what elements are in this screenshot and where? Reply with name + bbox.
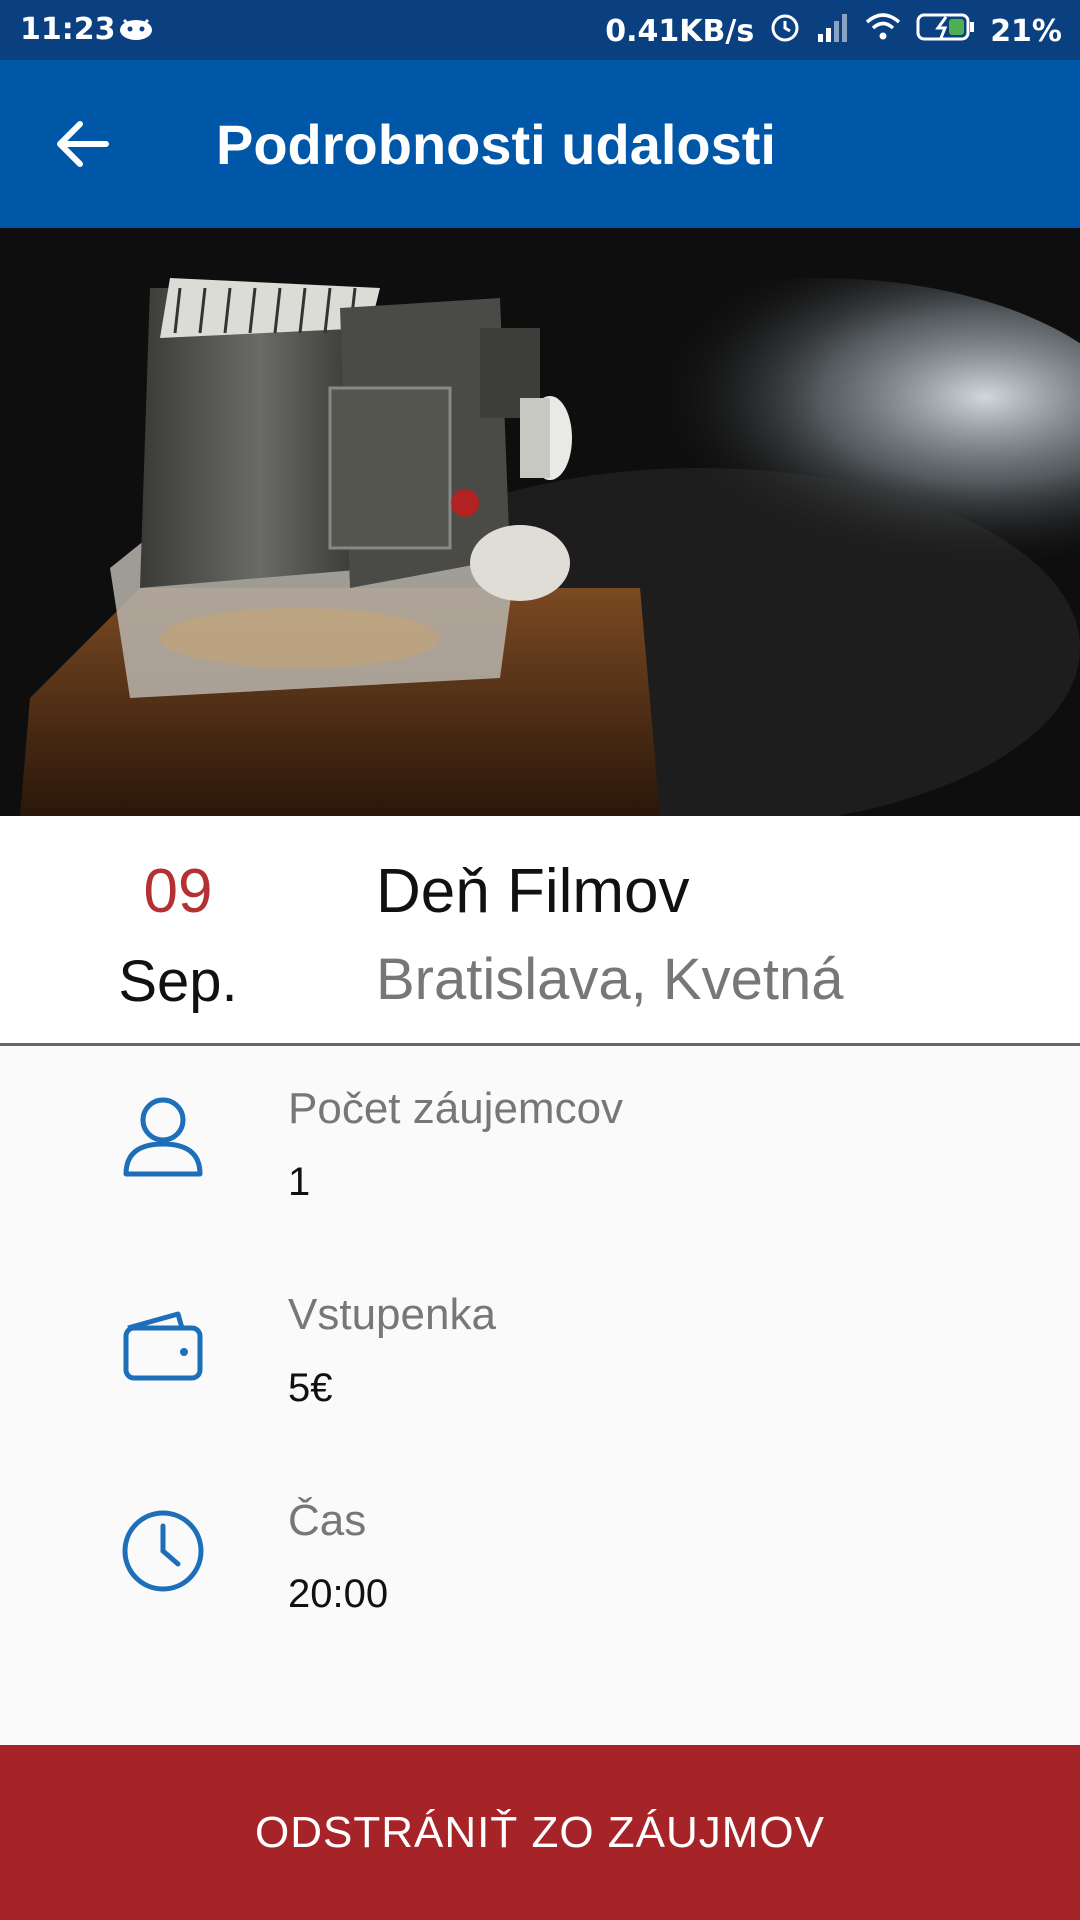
status-right: 0.41KB/s 21% — [605, 10, 1062, 52]
network-speed: 0.41KB/s — [605, 13, 755, 49]
back-arrow-icon[interactable] — [52, 114, 112, 174]
event-place: Bratislava, Kvetná — [376, 947, 844, 1012]
event-image — [0, 228, 1080, 816]
event-title: Deň Filmov — [376, 857, 690, 926]
battery-level: 21% — [990, 13, 1062, 49]
status-bar: 11:23 0.41KB/s 21% — [0, 0, 1080, 60]
alarm-icon — [768, 10, 802, 52]
detail-label: Čas — [288, 1496, 367, 1545]
page-title: Podrobnosti udalosti — [216, 113, 776, 176]
detail-value: 5€ — [288, 1366, 333, 1410]
wifi-icon — [864, 12, 902, 50]
app-bar: Podrobnosti udalosti — [0, 60, 1080, 228]
detail-label: Vstupenka — [288, 1290, 496, 1339]
status-time: 11:23 — [20, 12, 116, 47]
event-day: 09 — [143, 857, 213, 926]
detail-interested: Počet záujemcov 1 — [0, 1054, 1080, 1260]
detail-ticket: Vstupenka 5€ — [0, 1260, 1080, 1466]
event-header: 09 Sep. Deň Filmov Bratislava, Kvetná — [0, 816, 1080, 1046]
battery-icon — [916, 12, 976, 50]
notification-icon — [118, 14, 154, 50]
person-icon — [118, 1094, 208, 1184]
signal-icon — [816, 12, 850, 50]
clock-icon — [118, 1506, 208, 1596]
event-month: Sep. — [118, 949, 238, 1014]
detail-time: Čas 20:00 — [0, 1466, 1080, 1672]
wallet-icon — [118, 1300, 208, 1390]
detail-label: Počet záujemcov — [288, 1084, 624, 1133]
detail-value: 1 — [288, 1160, 311, 1204]
remove-from-interests-button[interactable]: ODSTRÁNIŤ ZO ZÁUJMOV — [0, 1745, 1080, 1920]
detail-value: 20:00 — [288, 1572, 389, 1616]
